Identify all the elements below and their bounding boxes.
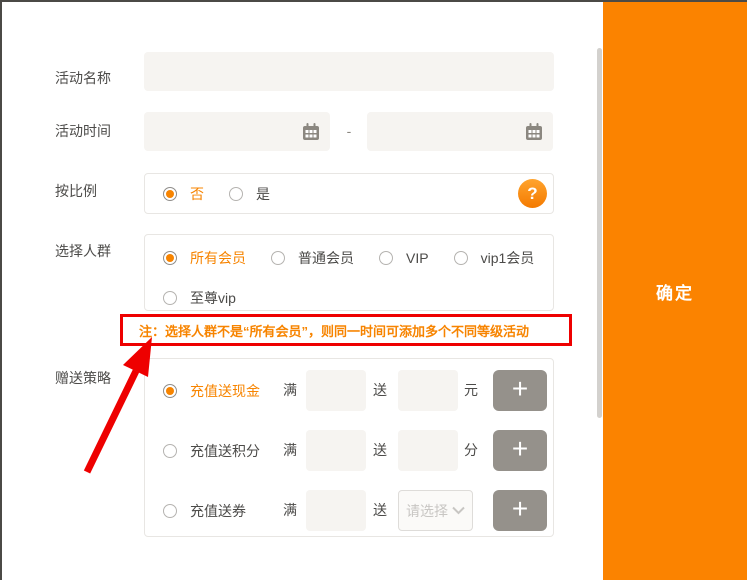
give-label: 送: [373, 490, 387, 531]
strategy-row-coupon: 充值送券 满 送 请选择 +: [145, 490, 553, 531]
plus-icon: +: [512, 435, 528, 463]
crowd-option-supreme-vip[interactable]: 至尊vip: [163, 288, 236, 308]
cash-threshold-input[interactable]: [306, 370, 366, 411]
radio-unselected-icon[interactable]: [379, 251, 393, 265]
crowd-option-normal-members[interactable]: 普通会员: [271, 248, 354, 268]
threshold-label: 满: [283, 430, 297, 471]
activity-time-label: 活动时间: [55, 121, 111, 141]
cash-gift-input[interactable]: [398, 370, 458, 411]
radio-selected-icon[interactable]: [163, 384, 177, 398]
add-points-rule-button[interactable]: +: [493, 430, 547, 471]
crowd-option-vip1[interactable]: vip1会员: [454, 248, 535, 268]
select-crowd-group: 所有会员 普通会员 VIP vip1会员 至尊vip: [144, 234, 554, 311]
radio-selected-icon[interactable]: [163, 187, 177, 201]
threshold-label: 满: [283, 490, 297, 531]
coupon-select[interactable]: 请选择: [398, 490, 473, 531]
radio-selected-icon[interactable]: [163, 251, 177, 265]
radio-unselected-icon[interactable]: [454, 251, 468, 265]
calendar-icon[interactable]: [301, 122, 321, 142]
select-crowd-label: 选择人群: [55, 241, 111, 261]
ratio-option-no[interactable]: 否: [163, 184, 204, 204]
strategy-option-cash[interactable]: 充值送现金: [163, 370, 260, 411]
plus-icon: +: [512, 375, 528, 403]
crowd-option-all-members[interactable]: 所有会员: [163, 248, 246, 268]
add-coupon-rule-button[interactable]: +: [493, 490, 547, 531]
coupon-select-placeholder: 请选择: [406, 501, 448, 521]
by-ratio-label: 按比例: [55, 181, 97, 201]
strategy-row-cash: 充值送现金 满 送 元 +: [145, 370, 553, 411]
strategy-row-points: 充值送积分 满 送 分 +: [145, 430, 553, 471]
activity-name-input[interactable]: [144, 52, 554, 91]
unit-label: 元: [464, 370, 478, 411]
activity-form-dialog: 活动名称 活动时间 按比例 选择人群 赠送策略 -: [0, 0, 747, 580]
date-end-field[interactable]: [367, 112, 553, 151]
points-gift-input[interactable]: [398, 430, 458, 471]
plus-icon: +: [512, 495, 528, 523]
coupon-threshold-input[interactable]: [306, 490, 366, 531]
help-icon[interactable]: ?: [518, 179, 547, 208]
add-cash-rule-button[interactable]: +: [493, 370, 547, 411]
give-label: 送: [373, 430, 387, 471]
strategy-option-points[interactable]: 充值送积分: [163, 430, 260, 471]
ratio-option-yes[interactable]: 是: [229, 184, 270, 204]
date-start-input[interactable]: [144, 124, 301, 140]
radio-unselected-icon[interactable]: [163, 291, 177, 305]
crowd-option-vip[interactable]: VIP: [379, 250, 429, 266]
give-label: 送: [373, 370, 387, 411]
vertical-scrollbar-thumb[interactable]: [597, 48, 602, 418]
radio-unselected-icon[interactable]: [229, 187, 243, 201]
radio-unselected-icon[interactable]: [163, 444, 177, 458]
crowd-note-highlight-box: 注：选择人群不是“所有会员”，则同一时间可添加多个不同等级活动: [120, 314, 572, 346]
activity-name-label: 活动名称: [55, 68, 111, 88]
date-start-field[interactable]: [144, 112, 330, 151]
gift-strategy-group: 充值送现金 满 送 元 + 充值送积分 满 送 分 + 充值送券: [144, 358, 554, 537]
threshold-label: 满: [283, 370, 297, 411]
by-ratio-group: 否 是 ?: [144, 173, 554, 214]
gift-strategy-label: 赠送策略: [55, 368, 111, 388]
calendar-icon[interactable]: [524, 122, 544, 142]
radio-unselected-icon[interactable]: [163, 504, 177, 518]
date-end-input[interactable]: [367, 124, 524, 140]
chevron-down-icon: [452, 506, 465, 515]
date-range-separator: -: [336, 121, 362, 141]
radio-unselected-icon[interactable]: [271, 251, 285, 265]
unit-label: 分: [464, 430, 478, 471]
points-threshold-input[interactable]: [306, 430, 366, 471]
confirm-button[interactable]: 确定: [656, 279, 694, 304]
confirm-panel: 确定: [603, 2, 747, 580]
strategy-option-coupon[interactable]: 充值送券: [163, 490, 246, 531]
crowd-note-text: 注：选择人群不是“所有会员”，则同一时间可添加多个不同等级活动: [139, 321, 529, 340]
